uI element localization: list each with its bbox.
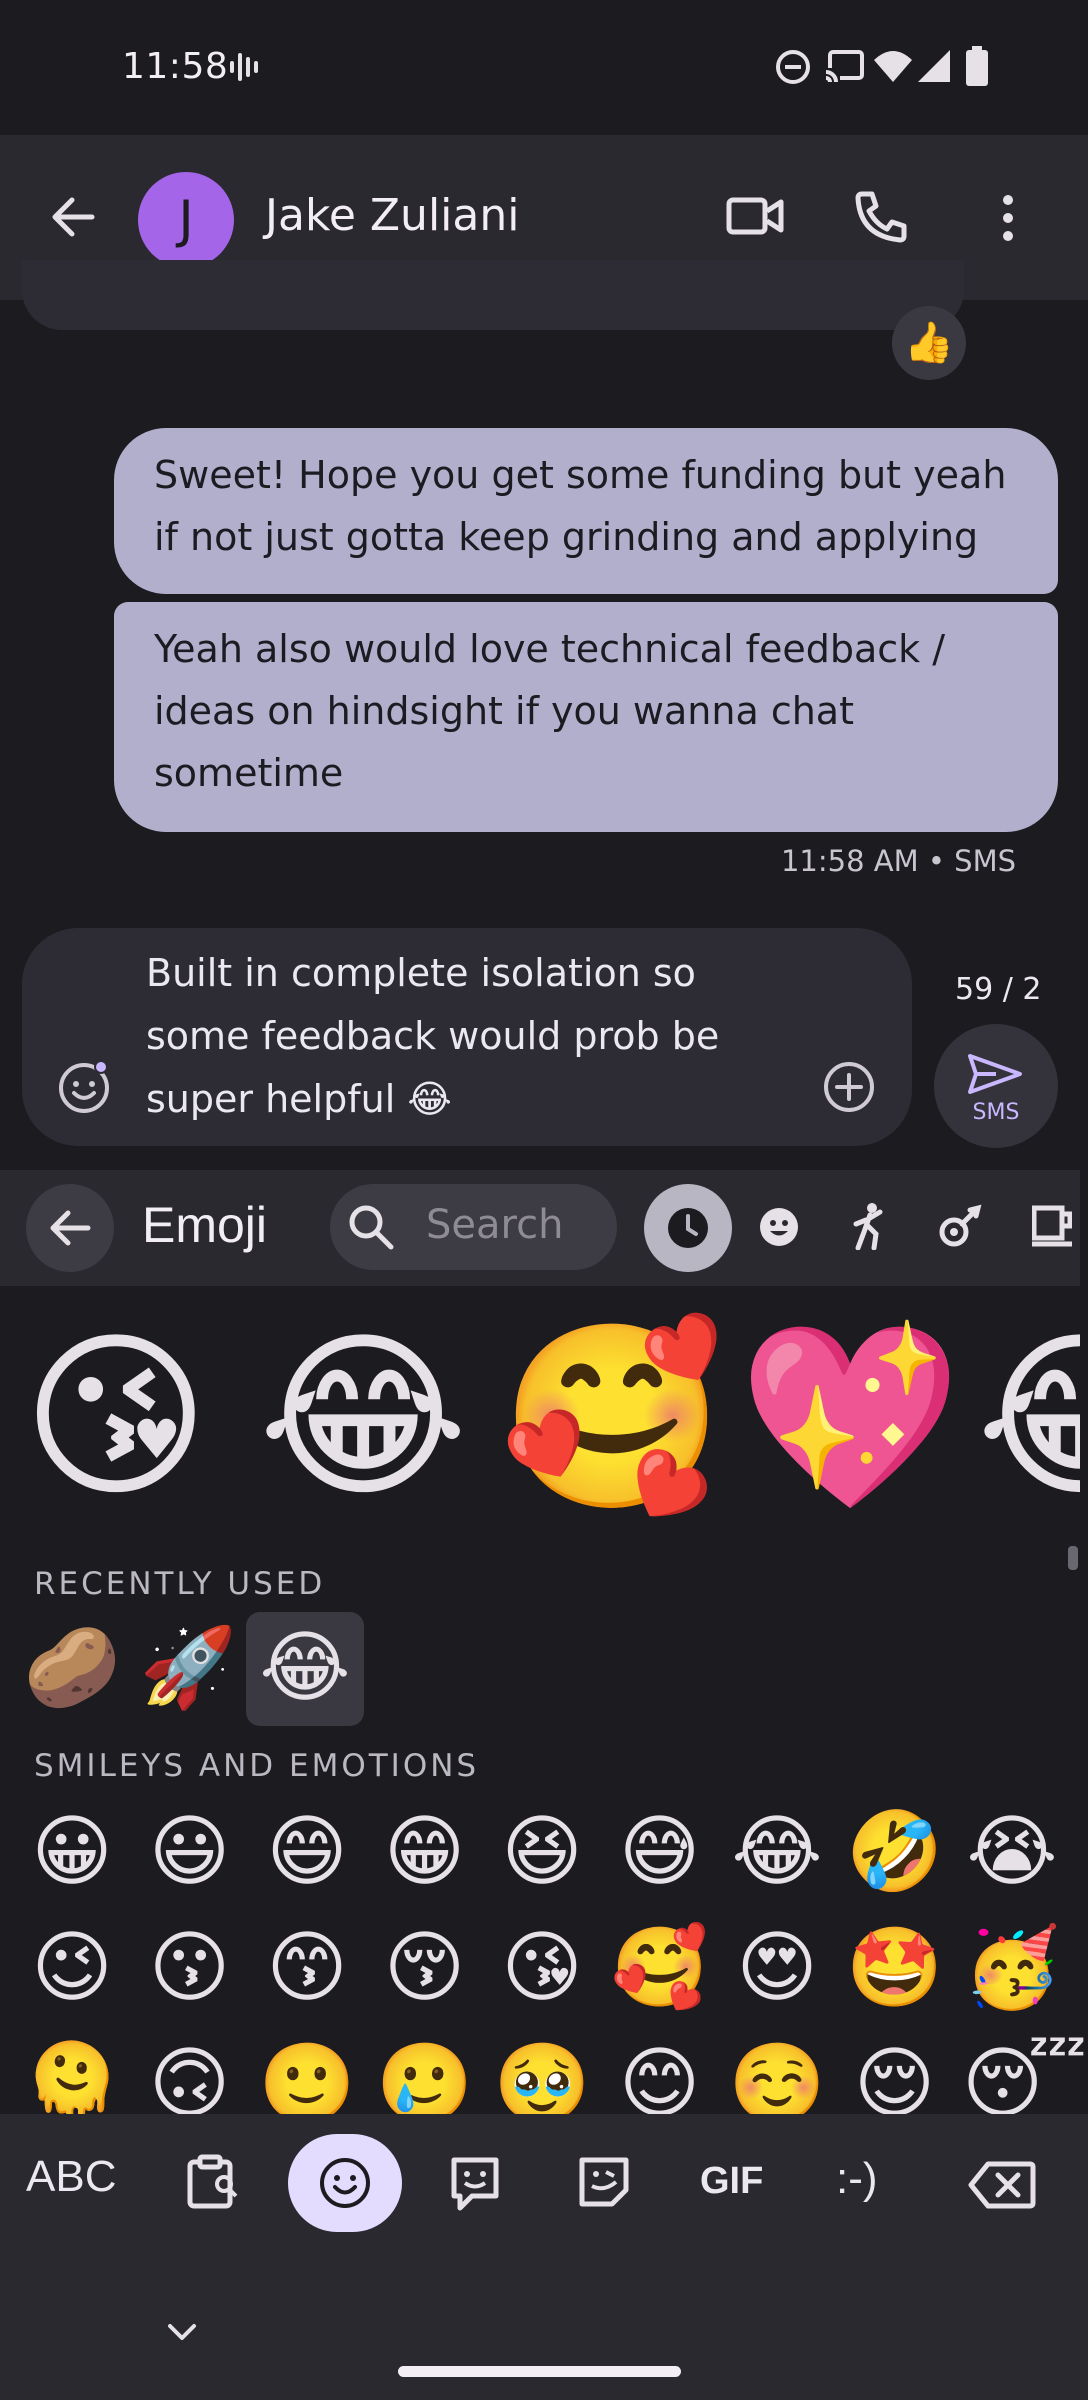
recent-category-tab[interactable] bbox=[644, 1184, 732, 1272]
cellular-signal-icon bbox=[916, 48, 952, 84]
send-label: SMS bbox=[972, 1100, 1020, 1125]
suggested-emoji[interactable]: 💖 bbox=[738, 1318, 962, 1518]
smiley-emoji[interactable]: 😉 bbox=[22, 1920, 122, 2016]
smiley-emoji[interactable]: 😂 bbox=[727, 1804, 827, 1900]
battery-icon bbox=[966, 46, 988, 86]
smiley-emoji[interactable]: 😗 bbox=[140, 1920, 240, 2016]
do-not-disturb-icon bbox=[774, 48, 812, 86]
contact-name[interactable]: Jake Zuliani bbox=[265, 190, 519, 241]
activity-people-category-icon[interactable] bbox=[850, 1202, 890, 1250]
smiley-emoji[interactable]: 😃 bbox=[140, 1804, 240, 1900]
sticker-icon[interactable] bbox=[448, 2156, 502, 2212]
smiley-emoji[interactable]: 🥳 bbox=[962, 1920, 1062, 2016]
gesture-navigation-handle[interactable] bbox=[398, 2366, 681, 2377]
status-time: 11:58 bbox=[122, 46, 229, 87]
emoji-smile-icon[interactable] bbox=[56, 1058, 112, 1114]
search-icon bbox=[346, 1202, 396, 1252]
message-timestamp: 11:58 AM • SMS bbox=[780, 844, 1016, 878]
smiley-emoji[interactable]: 😀 bbox=[22, 1804, 122, 1900]
smiley-emoji[interactable]: 🤣 bbox=[845, 1804, 945, 1900]
voice-activity-icon bbox=[228, 50, 264, 84]
previous-message-bubble[interactable] bbox=[22, 260, 964, 330]
more-options-icon[interactable] bbox=[996, 192, 1020, 244]
clipboard-icon[interactable] bbox=[186, 2154, 240, 2210]
emoticon-button[interactable]: :-) bbox=[836, 2154, 878, 2204]
wifi-icon bbox=[872, 48, 914, 84]
smileys-category-icon[interactable] bbox=[758, 1206, 800, 1248]
smiley-emoji[interactable]: 😍 bbox=[727, 1920, 827, 2016]
abc-keyboard-button[interactable]: ABC bbox=[26, 2152, 116, 2202]
send-icon bbox=[966, 1052, 1024, 1096]
smiley-emoji[interactable]: 😚 bbox=[375, 1920, 475, 2016]
suggested-emoji[interactable]: 😂 bbox=[976, 1318, 1080, 1518]
bitmoji-icon[interactable] bbox=[576, 2154, 632, 2210]
reaction-badge[interactable]: 👍 bbox=[892, 306, 966, 380]
recent-emoji[interactable]: 🚀 bbox=[138, 1620, 238, 1716]
emoji-panel-title: Emoji bbox=[142, 1197, 268, 1253]
smileys-section-label: SMILEYS AND EMOTIONS bbox=[34, 1748, 480, 1784]
send-sms-button[interactable]: SMS bbox=[934, 1024, 1058, 1148]
emoji-back-button[interactable] bbox=[26, 1184, 114, 1272]
avatar[interactable]: J bbox=[138, 172, 234, 268]
emoji-tab-button[interactable] bbox=[288, 2134, 402, 2232]
smiley-emoji[interactable]: 😅 bbox=[610, 1804, 710, 1900]
sent-message-bubble[interactable]: Yeah also would love technical feedback … bbox=[114, 602, 1058, 832]
collapse-keyboard-icon[interactable] bbox=[166, 2322, 198, 2342]
smiley-emoji[interactable]: 😘 bbox=[492, 1920, 592, 2016]
search-placeholder: Search bbox=[426, 1202, 564, 1248]
suggested-emoji-clip: 😂 bbox=[976, 1318, 1080, 1518]
food-category-icon[interactable] bbox=[1032, 1204, 1072, 1248]
animals-category-icon[interactable] bbox=[938, 1204, 982, 1248]
smiley-emoji[interactable]: 😁 bbox=[375, 1804, 475, 1900]
character-counter: 59 / 2 bbox=[955, 972, 1042, 1007]
suggested-emoji[interactable]: 😂 bbox=[258, 1318, 468, 1518]
smiley-emoji[interactable]: 😙 bbox=[257, 1920, 357, 2016]
recent-emoji[interactable]: 🥔 bbox=[22, 1620, 122, 1716]
phone-call-icon[interactable] bbox=[854, 190, 908, 244]
emoji-scrollbar[interactable] bbox=[1068, 1546, 1078, 1570]
smiley-emoji[interactable]: 😄 bbox=[257, 1804, 357, 1900]
video-call-icon[interactable] bbox=[726, 194, 784, 238]
smiley-emoji[interactable]: 😭 bbox=[962, 1804, 1062, 1900]
message-input[interactable]: Built in complete isolation so some feed… bbox=[146, 942, 786, 1131]
backspace-icon[interactable] bbox=[968, 2160, 1036, 2210]
smiley-emoji[interactable]: 🤩 bbox=[845, 1920, 945, 2016]
suggested-emoji[interactable]: 😘 bbox=[22, 1318, 210, 1518]
smiley-emoji[interactable]: 🥰 bbox=[610, 1920, 710, 2016]
cast-icon bbox=[824, 48, 866, 86]
sent-message-bubble[interactable]: Sweet! Hope you get some funding but yea… bbox=[114, 428, 1058, 594]
add-attachment-icon[interactable] bbox=[822, 1060, 876, 1114]
suggested-emoji[interactable]: 🥰 bbox=[500, 1318, 724, 1518]
back-arrow-icon[interactable] bbox=[48, 192, 98, 242]
recent-emoji[interactable]: 😂 bbox=[255, 1620, 355, 1716]
keyboard-toolbar bbox=[0, 2114, 1088, 2400]
recently-used-label: RECENTLY USED bbox=[34, 1566, 326, 1602]
gif-button[interactable]: GIF bbox=[700, 2160, 763, 2203]
smiley-emoji[interactable]: 😆 bbox=[492, 1804, 592, 1900]
